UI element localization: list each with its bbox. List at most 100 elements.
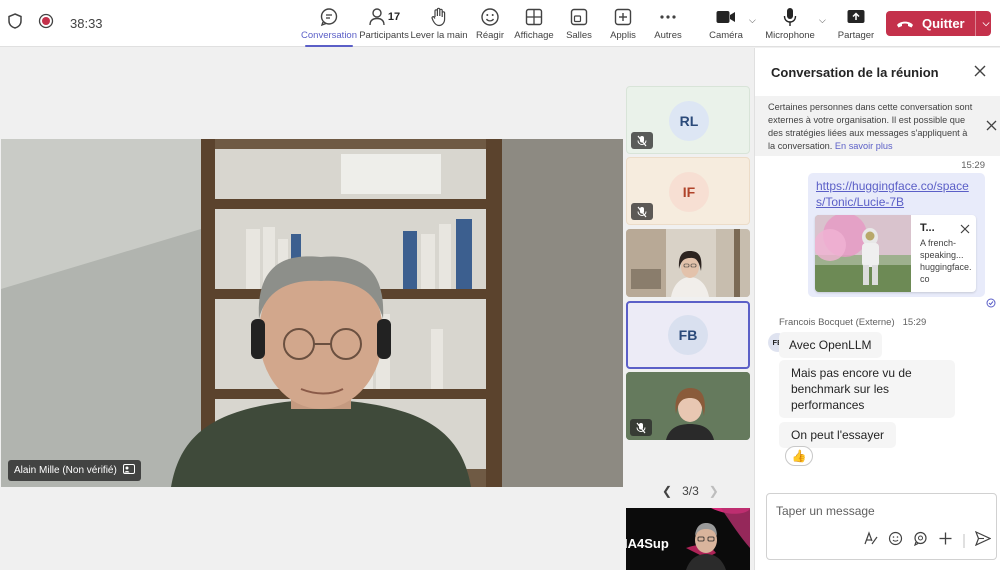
shared-content-preview[interactable]: IA4Sup	[626, 508, 750, 570]
main-speaker-video[interactable]: Alain Mille (Non vérifié)	[1, 139, 623, 487]
participants-label: Participants	[359, 30, 409, 41]
react-label: Réagir	[476, 30, 504, 41]
next-page-icon[interactable]: ❯	[709, 484, 719, 498]
react-button[interactable]: Réagir	[476, 6, 504, 46]
unverified-icon	[122, 464, 135, 477]
dismiss-notice-icon[interactable]	[986, 118, 997, 136]
hand-icon	[430, 6, 448, 28]
sender-header: Francois Bocquet (Externe) 15:29	[779, 317, 926, 328]
leave-button[interactable]: Quitter ⌵	[886, 11, 991, 36]
shield-icon	[8, 13, 22, 34]
chat-icon	[319, 6, 339, 28]
grid-icon	[525, 6, 543, 28]
microphone-button[interactable]: Microphone	[765, 6, 815, 46]
more-button[interactable]: Autres	[654, 6, 682, 46]
link-preview-desc-text: A french-speaking...	[920, 238, 964, 260]
link-preview-card[interactable]: T... A french-speaking... huggingface.co	[815, 215, 976, 292]
recording-icon	[38, 13, 54, 34]
avatar: IF	[669, 172, 709, 212]
share-button[interactable]: Partager	[837, 6, 875, 46]
participant-tile-if[interactable]: IF	[626, 157, 750, 225]
participants-button[interactable]: 17 Participants	[359, 6, 409, 46]
share-label: Partager	[837, 30, 875, 41]
meeting-timer: 38:33	[70, 16, 103, 31]
chat-message: Mais pas encore vu de benchmark sur les …	[779, 360, 955, 418]
leave-options-chevron-icon[interactable]: ⌵	[983, 18, 990, 29]
participant-tile-video-1[interactable]	[626, 229, 750, 297]
speaker-name-tag: Alain Mille (Non vérifié)	[8, 460, 141, 481]
microphone-label: Microphone	[765, 30, 815, 41]
meeting-toolbar: 38:33 Conversation 17 Participants Lever…	[0, 0, 1000, 47]
muted-mic-icon	[630, 419, 652, 436]
tile-pager: ❮ 3/3 ❯	[662, 484, 719, 498]
link-preview-title: T...	[920, 222, 935, 234]
composer-divider	[963, 534, 965, 548]
raise-hand-label: Lever la main	[410, 30, 468, 41]
apps-label: Applis	[610, 30, 636, 41]
camera-icon	[716, 6, 736, 28]
participants-count: 17	[387, 11, 401, 23]
people-icon	[368, 7, 386, 27]
sender-name: Francois Bocquet (Externe)	[779, 317, 895, 328]
rooms-icon	[570, 6, 588, 28]
sender-time: 15:29	[902, 317, 927, 328]
link-preview-image	[815, 215, 911, 292]
send-icon[interactable]	[974, 530, 992, 551]
avatar: FB	[668, 315, 708, 355]
chat-message: On peut l'essayer	[779, 422, 897, 448]
share-screen-icon	[847, 6, 865, 28]
avatar: RL	[669, 101, 709, 141]
muted-mic-icon	[631, 203, 653, 220]
camera-options-chevron-icon[interactable]: ⌵	[749, 15, 756, 26]
format-icon[interactable]	[863, 531, 878, 551]
view-button[interactable]: Affichage	[514, 6, 554, 46]
rooms-label: Salles	[566, 30, 592, 41]
conversation-label: Conversation	[301, 30, 357, 41]
message-composer	[766, 493, 997, 560]
participant-tile-video-2[interactable]	[626, 372, 750, 440]
emoji-icon[interactable]	[888, 531, 903, 551]
preview-text: IA4Sup	[626, 536, 669, 551]
rooms-button[interactable]: Salles	[566, 6, 592, 46]
close-icon[interactable]	[974, 64, 986, 82]
chat-message: Avec OpenLLM	[779, 332, 882, 358]
message-timestamp: 15:29	[961, 160, 985, 171]
my-message: https://huggingface.co/spaces/Tonic/Luci…	[808, 173, 985, 297]
speaker-name: Alain Mille (Non vérifié)	[14, 465, 117, 476]
camera-button[interactable]: Caméra	[709, 6, 743, 46]
chat-title: Conversation de la réunion	[771, 65, 939, 80]
page-indicator: 3/3	[682, 484, 699, 498]
participant-video-feed	[626, 229, 750, 297]
ellipsis-icon	[659, 6, 677, 28]
view-label: Affichage	[514, 30, 554, 41]
meeting-chat-panel: Conversation de la réunion Certaines per…	[754, 48, 1000, 570]
participant-tile-fb[interactable]: FB	[626, 301, 750, 369]
learn-more-link[interactable]: En savoir plus	[835, 141, 893, 151]
plus-box-icon	[614, 6, 632, 28]
external-notice: Certaines personnes dans cette conversat…	[755, 96, 1000, 156]
speaker-video-feed	[1, 139, 623, 487]
conversation-button[interactable]: Conversation	[301, 6, 357, 47]
link-preview-description: A french-speaking... huggingface.co	[920, 237, 972, 285]
camera-label: Caméra	[709, 30, 743, 41]
smiley-icon	[480, 6, 500, 28]
link-preview-source: huggingface.co	[920, 262, 972, 284]
thumbs-up-reaction[interactable]: 👍	[785, 446, 813, 466]
raise-hand-button[interactable]: Lever la main	[410, 6, 468, 46]
previous-page-icon[interactable]: ❮	[662, 484, 672, 498]
seen-status-icon	[986, 295, 996, 313]
more-label: Autres	[654, 30, 682, 41]
message-input[interactable]	[776, 504, 976, 518]
microphone-options-chevron-icon[interactable]: ⌵	[819, 15, 826, 26]
composer-tools	[863, 530, 992, 551]
muted-mic-icon	[631, 132, 653, 149]
message-link[interactable]: https://huggingface.co/spaces/Tonic/Luci…	[816, 178, 977, 210]
add-attachment-icon[interactable]	[938, 531, 953, 551]
leave-label: Quitter	[922, 16, 965, 31]
hang-up-icon	[896, 19, 914, 29]
microphone-icon	[783, 6, 797, 28]
participant-tile-rl[interactable]: RL	[626, 86, 750, 154]
meeting-status: 38:33	[8, 0, 103, 47]
apps-button[interactable]: Applis	[610, 6, 636, 46]
loop-component-icon[interactable]	[913, 531, 928, 551]
